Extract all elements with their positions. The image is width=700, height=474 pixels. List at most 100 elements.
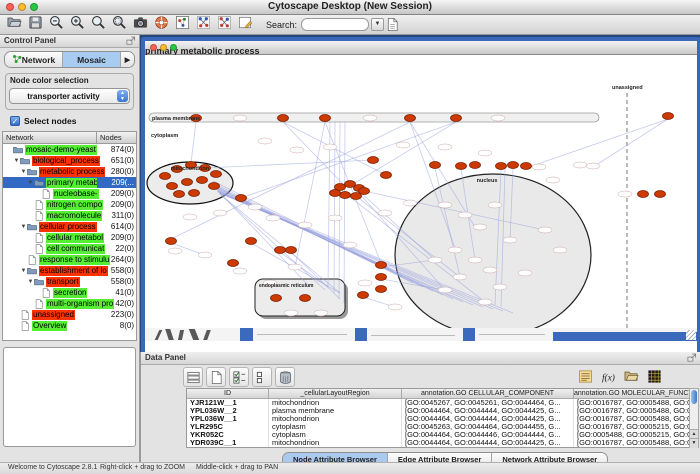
network-node-unmatched[interactable] [438,202,452,208]
network-node[interactable] [228,260,239,267]
network-node[interactable] [430,162,441,169]
scroll-down-icon[interactable]: ▼ [690,438,698,448]
table-row[interactable]: YDR039C__1mitochondrion[GO:0044464, GO:0… [187,439,690,447]
network-node-unmatched[interactable] [363,115,377,121]
network-view-window[interactable]: primary metabolic process plasma membran… [141,37,700,352]
table-cell[interactable]: [GO:0044464, GO:0044444, GO:0044425, G..… [402,407,574,415]
network-node[interactable] [405,115,416,122]
tree-expand-icon[interactable]: ▼ [20,224,27,230]
network-node-unmatched[interactable] [478,299,492,305]
table-cell[interactable]: [GO:0044464, GO:0044444, GO:0044425, G..… [402,415,574,423]
snapshot-camera-icon[interactable] [132,14,149,31]
import-table-icon[interactable] [384,16,401,33]
network-graph[interactable]: plasma membranecytoplasmmitochondrionnuc… [145,55,697,328]
table-cell[interactable]: [GO:0005488, GO:0005215, GO:0003674] [574,431,690,439]
zoom-view-button[interactable] [170,44,177,51]
table-row[interactable]: YLR295Ccytoplasm[GO:0045263, GO:0044464,… [187,423,690,431]
network-node-unmatched[interactable] [403,200,417,206]
network-node[interactable] [211,171,222,178]
network-node[interactable] [246,238,257,245]
network-node[interactable] [275,247,286,254]
formula-builder-icon[interactable]: f(x) [599,367,617,385]
birdseye-overview-icon[interactable] [174,14,191,31]
network-node[interactable] [320,115,331,122]
network-node-unmatched[interactable] [233,115,247,121]
network-node[interactable] [160,173,171,180]
network-node-unmatched[interactable] [284,310,298,316]
network-node-unmatched[interactable] [586,163,600,169]
attribute-list-icon[interactable] [576,367,594,385]
network-node[interactable] [381,172,392,179]
tree-row-overview[interactable]: Overview8(0) [3,320,136,331]
table-cell[interactable]: cytoplasm [269,423,402,431]
network-node[interactable] [358,292,369,299]
network-node-unmatched[interactable] [532,164,546,170]
network-node-unmatched[interactable] [298,222,312,228]
network-node-unmatched[interactable] [328,215,342,221]
network-node-unmatched[interactable] [453,274,467,280]
create-attribute-icon[interactable] [206,367,226,387]
table-cell[interactable]: [GO:0045267, GO:0045261, GO:0044464, G..… [402,399,574,407]
table-cell[interactable]: mitochondrion [269,415,402,423]
help-lifering-icon[interactable] [153,14,170,31]
tree-row-cellular-process[interactable]: ▼cellular process614(0) [3,221,136,232]
table-cell[interactable]: mitochondrion [269,439,402,447]
tree-row-biological-process[interactable]: ▼biological_process651(0) [3,155,136,166]
network-edge[interactable] [593,119,668,167]
tree-expand-icon[interactable]: ▼ [27,180,34,186]
network-node-unmatched[interactable] [478,150,492,156]
zoom-out-icon[interactable] [48,14,65,31]
network-node-unmatched[interactable] [546,177,560,183]
delete-attribute-icon[interactable] [275,367,295,387]
network-node[interactable] [174,191,185,198]
import-attributes-icon[interactable] [622,367,640,385]
network-node-unmatched[interactable] [266,215,280,221]
table-cell[interactable]: plasma membrane [269,407,402,415]
annotation-icon[interactable] [237,14,254,31]
network-node[interactable] [508,162,519,169]
network-node-unmatched[interactable] [358,280,372,286]
table-cell[interactable]: [GO:0016787, GO:0005488, GO:0005215, G..… [574,439,690,447]
network-node[interactable] [456,163,467,170]
network-node-unmatched[interactable] [388,304,402,310]
network-canvas[interactable]: plasma membranecytoplasmmitochondrionnuc… [145,55,697,341]
table-cell[interactable]: cytoplasm [269,431,402,439]
table-cell[interactable]: [GO:0016787, GO:0005488, GO:0005215, G..… [574,399,690,407]
network-node-unmatched[interactable] [233,268,247,274]
network-node[interactable] [286,247,297,254]
network-tree[interactable]: mosaic-demo-yeast874(0)▼biological_proce… [2,144,137,341]
close-window-button[interactable] [6,3,14,11]
layout-red-icon[interactable] [216,14,233,31]
network-node[interactable] [496,163,507,170]
float-panel-icon[interactable] [687,353,697,363]
network-node[interactable] [197,177,208,184]
table-cell[interactable]: mitochondrion [269,399,402,407]
network-node-unmatched[interactable] [618,191,632,197]
network-node[interactable] [271,295,282,302]
tree-row-multi-organism-pro[interactable]: multi-organism pro42(0) [3,298,136,309]
network-node[interactable] [236,195,247,202]
network-node[interactable] [451,115,462,122]
minimize-view-button[interactable] [160,44,167,51]
attribute-stripes-icon[interactable] [183,367,203,387]
network-node-unmatched[interactable] [290,147,304,153]
network-edge[interactable] [339,122,340,299]
network-node[interactable] [209,183,220,190]
save-icon[interactable] [27,14,44,31]
network-node-unmatched[interactable] [483,267,497,273]
network-node[interactable] [470,162,481,169]
network-node-unmatched[interactable] [503,237,517,243]
table-row[interactable]: YPL036W__2plasma membrane[GO:0044464, GO… [187,407,690,415]
network-node-unmatched[interactable] [314,310,328,316]
tree-expand-icon[interactable]: ▼ [20,169,27,175]
network-node[interactable] [376,274,387,281]
network-node-unmatched[interactable] [553,247,567,253]
network-node-unmatched[interactable] [213,210,227,216]
network-node[interactable] [368,157,379,164]
zoom-selected-icon[interactable] [111,14,128,31]
tree-row-primary-metabo[interactable]: ▼primary metabo209(... [3,177,136,188]
network-node[interactable] [189,190,200,197]
network-node-unmatched[interactable] [468,257,482,263]
tree-expand-icon[interactable]: ▼ [13,158,20,164]
table-cell[interactable]: [GO:0016787, GO:0005488, GO:0005215, G..… [574,407,690,415]
